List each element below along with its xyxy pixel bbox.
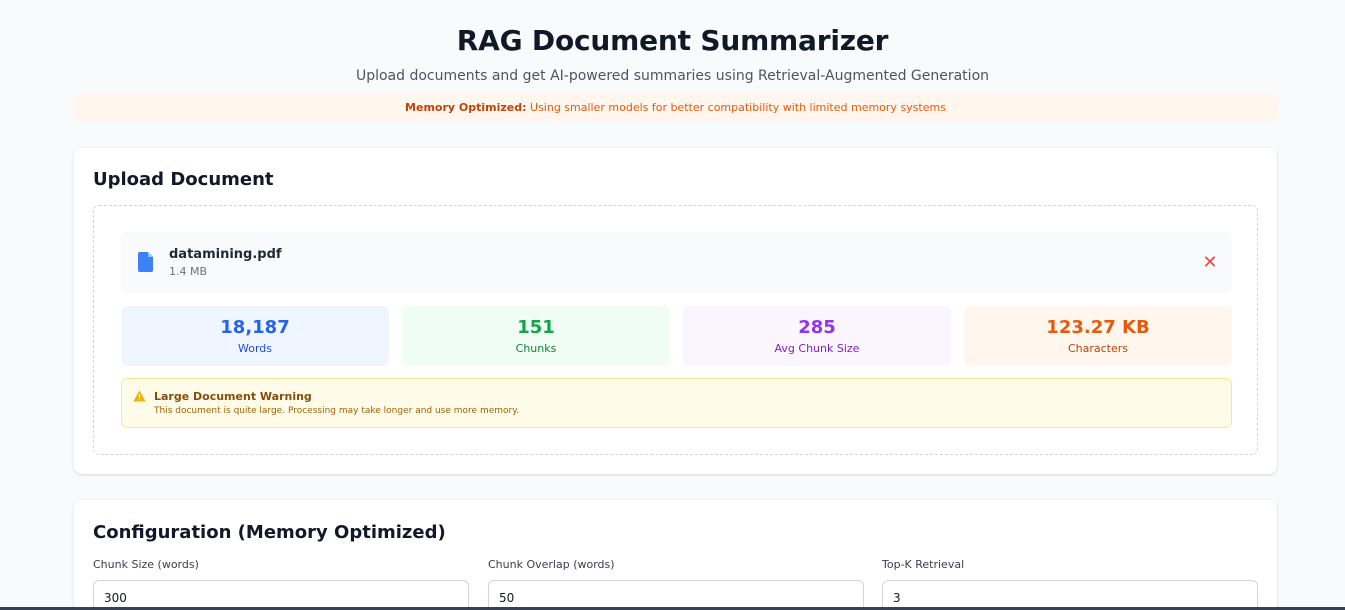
uploaded-file-row: datamining.pdf 1.4 MB ✕ [121, 232, 1232, 293]
chunk-size-input[interactable] [93, 580, 469, 610]
document-icon [138, 252, 153, 272]
stat-value: 123.27 KB [1046, 317, 1150, 338]
memory-banner-label: Memory Optimized: [405, 101, 527, 114]
file-name: datamining.pdf [169, 247, 282, 262]
page-title: RAG Document Summarizer [456, 24, 889, 57]
stat-value: 18,187 [220, 317, 290, 338]
stat-label: Avg Chunk Size [774, 342, 860, 355]
large-document-warning: Large Document Warning This document is … [121, 378, 1232, 428]
document-stats: 18,187 Words 151 Chunks 285 Avg Chunk Si… [121, 306, 1232, 366]
top-k-field: Top-K Retrieval [882, 558, 1258, 610]
configuration-card: Configuration (Memory Optimized) Chunk S… [74, 500, 1277, 610]
memory-banner-text: Using smaller models for better compatib… [526, 101, 946, 114]
stat-label: Characters [1067, 342, 1129, 355]
chunk-overlap-input[interactable] [488, 580, 864, 610]
chunk-overlap-field: Chunk Overlap (words) [488, 558, 864, 610]
chunk-size-field: Chunk Size (words) [93, 558, 469, 610]
stat-value: 285 [798, 317, 836, 338]
chunk-overlap-label: Chunk Overlap (words) [488, 558, 615, 571]
top-k-input[interactable] [882, 580, 1258, 610]
chunk-size-label: Chunk Size (words) [93, 558, 199, 571]
stat-chunks: 151 Chunks [402, 306, 670, 366]
stat-avg-chunk-size: 285 Avg Chunk Size [683, 306, 951, 366]
stat-value: 151 [517, 317, 555, 338]
stat-words: 18,187 Words [121, 306, 389, 366]
close-icon: ✕ [1202, 252, 1218, 272]
warning-text: This document is quite large. Processing… [154, 406, 520, 416]
warning-triangle-icon [133, 390, 146, 402]
app-page: RAG Document Summarizer Upload documents… [0, 0, 1345, 610]
upload-card-title: Upload Document [93, 169, 274, 190]
warning-title: Large Document Warning [154, 390, 312, 403]
file-size: 1.4 MB [169, 265, 208, 278]
memory-optimized-banner: Memory Optimized: Using smaller models f… [74, 94, 1277, 121]
upload-document-card: Upload Document datamining.pdf 1.4 MB ✕ … [74, 148, 1277, 474]
stat-label: Chunks [515, 342, 557, 355]
remove-file-button[interactable]: ✕ [1198, 250, 1222, 274]
stat-characters: 123.27 KB Characters [964, 306, 1232, 366]
upload-dropzone[interactable]: datamining.pdf 1.4 MB ✕ 18,187 Words 151… [93, 205, 1258, 455]
top-k-label: Top-K Retrieval [882, 558, 965, 571]
config-card-title: Configuration (Memory Optimized) [93, 522, 446, 543]
page-subtitle: Upload documents and get AI-powered summ… [355, 68, 990, 84]
stat-label: Words [237, 342, 272, 355]
